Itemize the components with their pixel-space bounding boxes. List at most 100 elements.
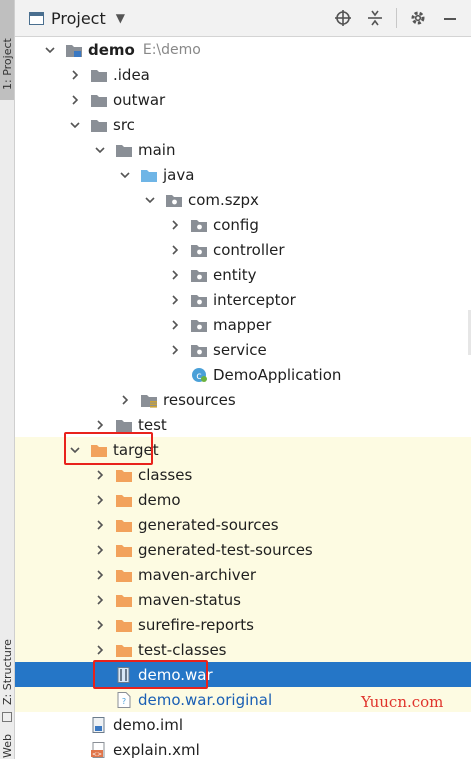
tree-item-demoapplication[interactable]: c DemoApplication — [15, 362, 471, 387]
tree-item-demo[interactable]: demo E:\demo — [15, 37, 471, 62]
tree-item-target[interactable]: target — [15, 437, 471, 462]
tree-item-outwar[interactable]: outwar — [15, 87, 471, 112]
folder-icon — [90, 67, 108, 83]
tree-item-java[interactable]: java — [15, 162, 471, 187]
tree-item-label: classes — [138, 465, 193, 484]
chevron-right-icon[interactable] — [94, 419, 106, 431]
tree-item-com-szpx[interactable]: com.szpx — [15, 187, 471, 212]
iml-file-icon — [90, 716, 108, 733]
chevron-down-icon[interactable] — [144, 194, 156, 206]
folder-icon — [90, 117, 108, 133]
chevron-right-icon[interactable] — [94, 469, 106, 481]
chevron-right-icon[interactable] — [169, 319, 181, 331]
chevron-right-icon[interactable] — [169, 244, 181, 256]
tree-item-demo-war[interactable]: demo.war — [15, 662, 471, 687]
svg-text:?: ? — [122, 697, 126, 706]
folder-icon — [115, 142, 133, 158]
archive-icon — [115, 666, 133, 683]
tree-item-label: generated-test-sources — [138, 540, 313, 559]
tree-item-generated-sources[interactable]: generated-sources — [15, 512, 471, 537]
tree-item-mapper[interactable]: mapper — [15, 312, 471, 337]
tree-item-test[interactable]: test — [15, 412, 471, 437]
chevron-down-icon[interactable]: ▼ — [116, 11, 125, 25]
chevron-right-icon[interactable] — [169, 344, 181, 356]
tree-item-label: config — [213, 215, 259, 234]
chevron-right-icon[interactable] — [94, 619, 106, 631]
tree-item-label: outwar — [113, 90, 166, 109]
tree-item-label: demo — [88, 40, 135, 59]
chevron-right-icon[interactable] — [94, 494, 106, 506]
project-tool-tab-label: 1: Project — [1, 38, 14, 90]
tree-item-resources[interactable]: resources — [15, 387, 471, 412]
chevron-right-icon[interactable] — [94, 594, 106, 606]
excluded-folder-icon — [115, 592, 133, 608]
chevron-right-icon[interactable] — [69, 94, 81, 106]
gear-icon[interactable] — [407, 7, 429, 29]
project-view-icon — [29, 11, 44, 25]
tree-item-demo-iml[interactable]: demo.iml — [15, 712, 471, 737]
chevron-right-icon[interactable] — [94, 569, 106, 581]
tree-item-explain-xml[interactable]: <> explain.xml — [15, 737, 471, 762]
structure-tool-tab-label: Z: Structure — [1, 639, 14, 705]
web-tool-tab-label: Web — [1, 734, 14, 758]
tree-item-label: target — [113, 440, 159, 459]
excluded-folder-icon — [90, 442, 108, 458]
tree-item-entity[interactable]: entity — [15, 262, 471, 287]
tree-item-label: demo.iml — [113, 715, 183, 734]
tree-item-interceptor[interactable]: interceptor — [15, 287, 471, 312]
tree-item-maven-status[interactable]: maven-status — [15, 587, 471, 612]
tree-item-controller[interactable]: controller — [15, 237, 471, 262]
chevron-right-icon[interactable] — [69, 69, 81, 81]
tree-item--idea[interactable]: .idea — [15, 62, 471, 87]
package-icon — [190, 242, 208, 258]
chevron-right-icon[interactable] — [169, 219, 181, 231]
excluded-folder-icon — [115, 467, 133, 483]
tree-item-label: explain.xml — [113, 740, 200, 759]
tree-item-generated-test-sources[interactable]: generated-test-sources — [15, 537, 471, 562]
tree-item-label: generated-sources — [138, 515, 279, 534]
tree-item-service[interactable]: service — [15, 337, 471, 362]
toolbar-divider — [396, 8, 397, 28]
chevron-down-icon[interactable] — [44, 44, 56, 56]
tree-item-demo[interactable]: demo — [15, 487, 471, 512]
tree-item-config[interactable]: config — [15, 212, 471, 237]
tree-item-maven-archiver[interactable]: maven-archiver — [15, 562, 471, 587]
tree-item-label: demo.war.original — [138, 690, 273, 709]
tree-item-label: src — [113, 115, 135, 134]
hide-icon[interactable] — [439, 7, 461, 29]
chevron-right-icon[interactable] — [169, 269, 181, 281]
tree-item-classes[interactable]: classes — [15, 462, 471, 487]
collapse-icon[interactable] — [364, 7, 386, 29]
chevron-down-icon[interactable] — [119, 169, 131, 181]
chevron-down-icon[interactable] — [69, 444, 81, 456]
tree-item-label: test-classes — [138, 640, 227, 659]
locate-icon[interactable] — [332, 7, 354, 29]
chevron-right-icon[interactable] — [119, 394, 131, 406]
chevron-right-icon[interactable] — [94, 519, 106, 531]
tree-item-test-classes[interactable]: test-classes — [15, 637, 471, 662]
tree-item-main[interactable]: main — [15, 137, 471, 162]
tree-item-label: demo — [138, 490, 181, 509]
chevron-right-icon[interactable] — [94, 644, 106, 656]
structure-tool-tab[interactable]: Z: Structure — [0, 600, 14, 710]
module-path: E:\demo — [142, 41, 201, 58]
chevron-down-icon[interactable] — [69, 119, 81, 131]
file-icon: ? — [115, 691, 133, 708]
tree-item-label: entity — [213, 265, 257, 284]
project-tool-tab[interactable]: 1: Project — [0, 0, 14, 100]
package-icon — [190, 217, 208, 233]
chevron-right-icon[interactable] — [94, 544, 106, 556]
tree-item-surefire-reports[interactable]: surefire-reports — [15, 612, 471, 637]
chevron-down-icon[interactable] — [94, 144, 106, 156]
project-tree: demo E:\demo .idea outwar src main java c… — [15, 37, 471, 759]
excluded-folder-icon — [115, 617, 133, 633]
tree-item-src[interactable]: src — [15, 112, 471, 137]
module-folder-icon — [65, 42, 83, 58]
chevron-right-icon[interactable] — [169, 294, 181, 306]
tree-item-label: com.szpx — [188, 190, 259, 209]
folder-icon — [90, 92, 108, 108]
tree-item-label: service — [213, 340, 267, 359]
svg-text:<>: <> — [92, 751, 102, 758]
web-tool-tab[interactable]: Web — [0, 730, 14, 759]
tree-item-label: maven-status — [138, 590, 241, 609]
